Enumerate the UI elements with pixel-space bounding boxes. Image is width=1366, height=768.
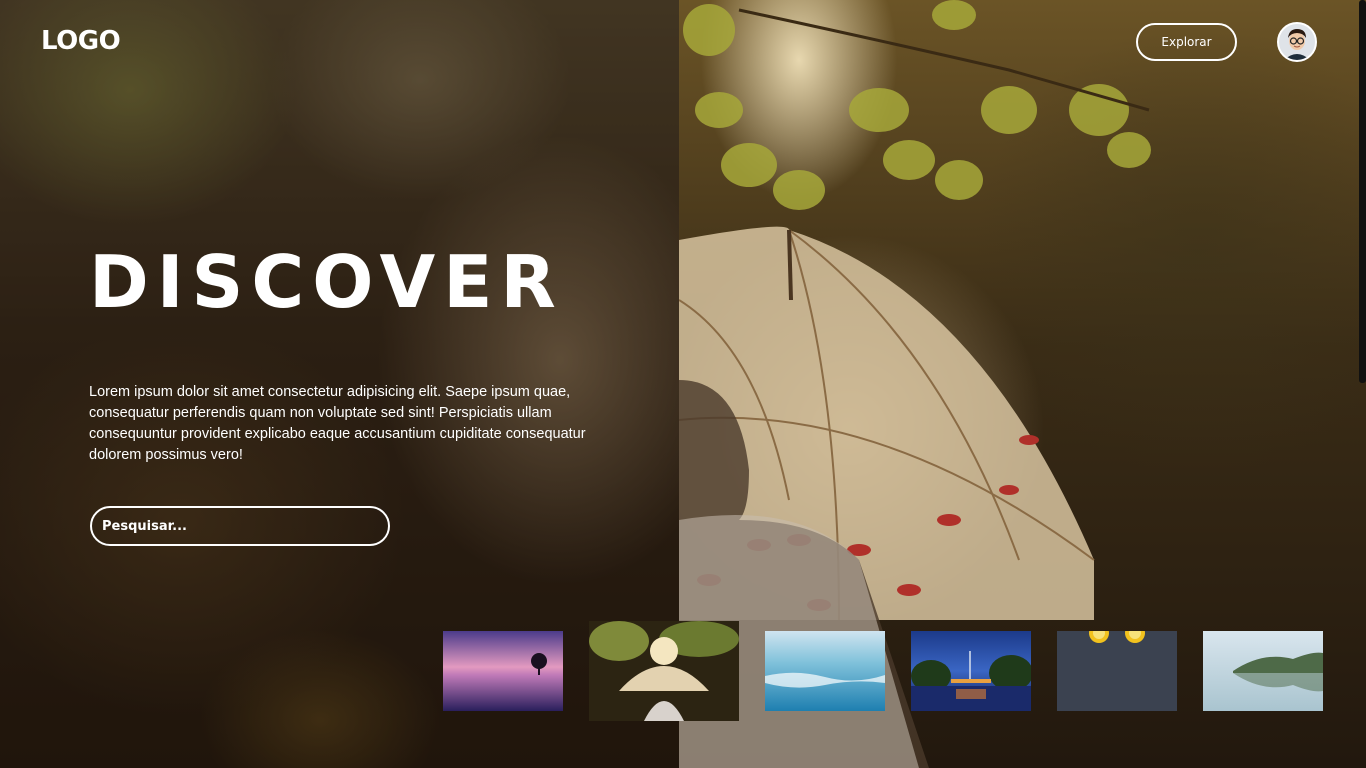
thumbnail-purple-sunset[interactable] xyxy=(443,631,563,711)
logo[interactable]: LOGO xyxy=(41,26,121,56)
user-avatar-icon[interactable] xyxy=(1277,22,1317,62)
thumbnail-umbrella[interactable] xyxy=(589,621,739,721)
hero-title: DISCOVER xyxy=(89,240,564,324)
explore-button[interactable]: Explorar xyxy=(1136,23,1237,61)
hero-description: Lorem ipsum dolor sit amet consectetur a… xyxy=(89,384,586,463)
scrollbar-thumb[interactable] xyxy=(1359,0,1366,383)
thumbnail-lemons[interactable] xyxy=(1057,631,1177,711)
thumbnail-ocean[interactable] xyxy=(765,631,885,711)
thumbnail-city-night[interactable] xyxy=(911,631,1031,711)
search-input[interactable] xyxy=(102,518,388,534)
search-box[interactable] xyxy=(90,506,390,546)
thumbnail-mountain-lake[interactable] xyxy=(1203,631,1323,711)
